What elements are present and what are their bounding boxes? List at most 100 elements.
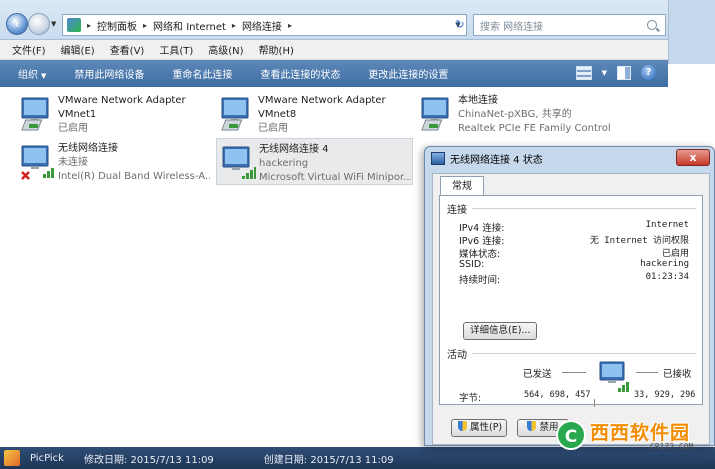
close-button[interactable]: x: [676, 149, 710, 166]
address-row: ‹ › ▼ ▸ 控制面板 ▸ 网络和 Internet ▸ 网络连接 ▸ ▼ ↻…: [0, 0, 715, 40]
media-state-row: 媒体状态: 已启用: [459, 246, 689, 260]
breadcrumb-network-internet[interactable]: 网络和 Internet: [153, 18, 226, 33]
connection-device: 已启用: [258, 123, 288, 134]
view-controls: ▼ ?: [575, 65, 656, 80]
organize-label: 组织: [18, 70, 38, 81]
wireless-disconnected-icon: [21, 145, 54, 180]
network-adapter-icon: [21, 97, 49, 131]
connection-name: 无线网络连接: [58, 143, 118, 154]
preview-pane-icon[interactable]: [617, 65, 631, 80]
connection-network: 未连接: [58, 157, 88, 168]
ssid-value: hackering: [640, 259, 689, 269]
uac-shield-icon: [527, 421, 537, 431]
properties-button[interactable]: 属性(P): [451, 419, 507, 437]
control-panel-icon: [67, 18, 81, 32]
watermark-logo-icon: C: [556, 420, 586, 450]
network-adapter-icon: [421, 97, 449, 131]
ssid-row: SSID: hackering: [459, 259, 689, 270]
app-name: PicPick: [30, 452, 64, 464]
connection-text: 本地连接 ChinaNet-pXBG, 共享的 Realtek PCIe FE …: [458, 94, 610, 136]
organize-button[interactable]: 组织 ▼: [18, 66, 46, 81]
ipv6-row: IPv6 连接: 无 Internet 访问权限: [459, 233, 689, 247]
dialog-titlebar: 无线网络连接 4 状态: [431, 151, 543, 166]
connection-device: Intel(R) Dual Band Wireless-A...: [58, 171, 210, 182]
chevron-right-icon[interactable]: ▸: [143, 21, 147, 30]
chevron-right-icon[interactable]: ▸: [288, 21, 292, 30]
connection-local[interactable]: 本地连接 ChinaNet-pXBG, 共享的 Realtek PCIe FE …: [416, 90, 613, 137]
bytes-received: 33, 929, 296: [634, 390, 696, 400]
ssid-label: SSID:: [459, 259, 485, 270]
tab-general[interactable]: 常规: [440, 176, 484, 196]
ipv4-value: Internet: [645, 220, 689, 230]
uac-shield-icon: [458, 421, 467, 431]
menu-help[interactable]: 帮助(H): [259, 42, 294, 57]
ipv6-value: 无 Internet 访问权限: [589, 236, 689, 246]
address-bar[interactable]: ▸ 控制面板 ▸ 网络和 Internet ▸ 网络连接 ▸ ▼: [62, 14, 467, 36]
change-settings-button[interactable]: 更改此连接的设置: [368, 66, 448, 81]
modified-date: 修改日期: 2015/7/13 11:09: [83, 454, 214, 466]
menu-tools[interactable]: 工具(T): [159, 42, 193, 57]
dialog-title: 无线网络连接 4 状态: [450, 155, 543, 166]
connection-wireless-4[interactable]: 无线网络连接 4 hackering Microsoft Virtual WiF…: [216, 138, 413, 185]
network-adapter-icon: [221, 97, 249, 131]
picpick-icon: [4, 450, 20, 466]
disable-device-button[interactable]: 禁用此网络设备: [74, 66, 144, 81]
properties-label: 属性(P): [470, 422, 503, 433]
menu-view[interactable]: 查看(V): [110, 42, 145, 57]
duration-value: 01:23:34: [645, 272, 689, 282]
bytes-sent: 564, 698, 457: [524, 390, 591, 400]
activity-section-label: 活动: [447, 350, 467, 361]
activity-computer-icon: [599, 361, 629, 392]
sent-label: 已发送: [523, 369, 552, 380]
chevron-right-icon[interactable]: ▸: [232, 21, 236, 30]
forward-button[interactable]: ›: [28, 13, 50, 35]
view-status-button[interactable]: 查看此连接的状态: [260, 66, 340, 81]
duration-label: 持续时间:: [459, 275, 501, 286]
connection-name: VMware Network Adapter: [258, 95, 386, 106]
search-box[interactable]: 搜索 网络连接: [473, 14, 666, 36]
refresh-icon[interactable]: ↻: [453, 15, 467, 35]
bytes-label: 字节:: [459, 393, 482, 404]
connection-vmnet1[interactable]: VMware Network Adapter VMnet1 已启用: [16, 90, 213, 137]
duration-row: 持续时间: 01:23:34: [459, 272, 689, 286]
breadcrumb-network-connections[interactable]: 网络连接: [242, 18, 282, 33]
menu-advanced[interactable]: 高级(N): [208, 42, 243, 57]
sent-line: [562, 372, 586, 373]
created-date: 创建日期: 2015/7/13 11:09: [263, 454, 394, 466]
recent-pages-dropdown[interactable]: ▼: [51, 20, 56, 28]
media-state-label: 媒体状态:: [459, 249, 501, 260]
connection-name: 无线网络连接 4: [259, 144, 329, 155]
section-divider: [472, 208, 696, 209]
connection-device: 已启用: [58, 123, 88, 134]
connection-network: VMnet8: [258, 109, 297, 120]
menu-bar: 文件(F) 编辑(E) 查看(V) 工具(T) 高级(N) 帮助(H): [0, 40, 668, 60]
menu-file[interactable]: 文件(F): [12, 42, 46, 57]
dialog-body: 常规 连接 IPv4 连接: Internet IPv6 连接: 无 Inter…: [432, 173, 710, 445]
back-button[interactable]: ‹: [6, 13, 28, 35]
help-icon[interactable]: ?: [641, 65, 656, 80]
network-status-icon: [431, 152, 445, 165]
connection-text: 无线网络连接 未连接 Intel(R) Dual Band Wireless-A…: [58, 142, 210, 184]
ipv6-label: IPv6 连接:: [459, 236, 505, 247]
change-view-icon[interactable]: [575, 65, 592, 80]
search-icon[interactable]: [647, 20, 657, 30]
connection-device: Realtek PCIe FE Family Controll...: [458, 123, 610, 134]
received-line: [636, 372, 658, 373]
details-button[interactable]: 详细信息(E)...: [463, 322, 538, 340]
search-input[interactable]: 搜索 网络连接: [480, 18, 543, 33]
ipv4-label: IPv4 连接:: [459, 223, 505, 234]
connection-wireless[interactable]: 无线网络连接 未连接 Intel(R) Dual Band Wireless-A…: [16, 138, 213, 185]
rename-connection-button[interactable]: 重命名此连接: [172, 66, 232, 81]
connection-vmnet8[interactable]: VMware Network Adapter VMnet8 已启用: [216, 90, 413, 137]
connection-text: VMware Network Adapter VMnet8 已启用: [258, 94, 410, 136]
activity-divider: [594, 399, 595, 407]
chevron-right-icon[interactable]: ▸: [87, 21, 91, 30]
menu-edit[interactable]: 编辑(E): [61, 42, 95, 57]
connection-name: 本地连接: [458, 95, 498, 106]
breadcrumb-control-panel[interactable]: 控制面板: [97, 18, 137, 33]
connection-device: Microsoft Virtual WiFi Minipor...: [259, 172, 411, 183]
chevron-down-icon: ▼: [41, 72, 47, 80]
chevron-down-icon[interactable]: ▼: [602, 69, 607, 77]
connection-name: VMware Network Adapter: [58, 95, 186, 106]
tab-panel: 连接 IPv4 连接: Internet IPv6 连接: 无 Internet…: [439, 195, 703, 407]
